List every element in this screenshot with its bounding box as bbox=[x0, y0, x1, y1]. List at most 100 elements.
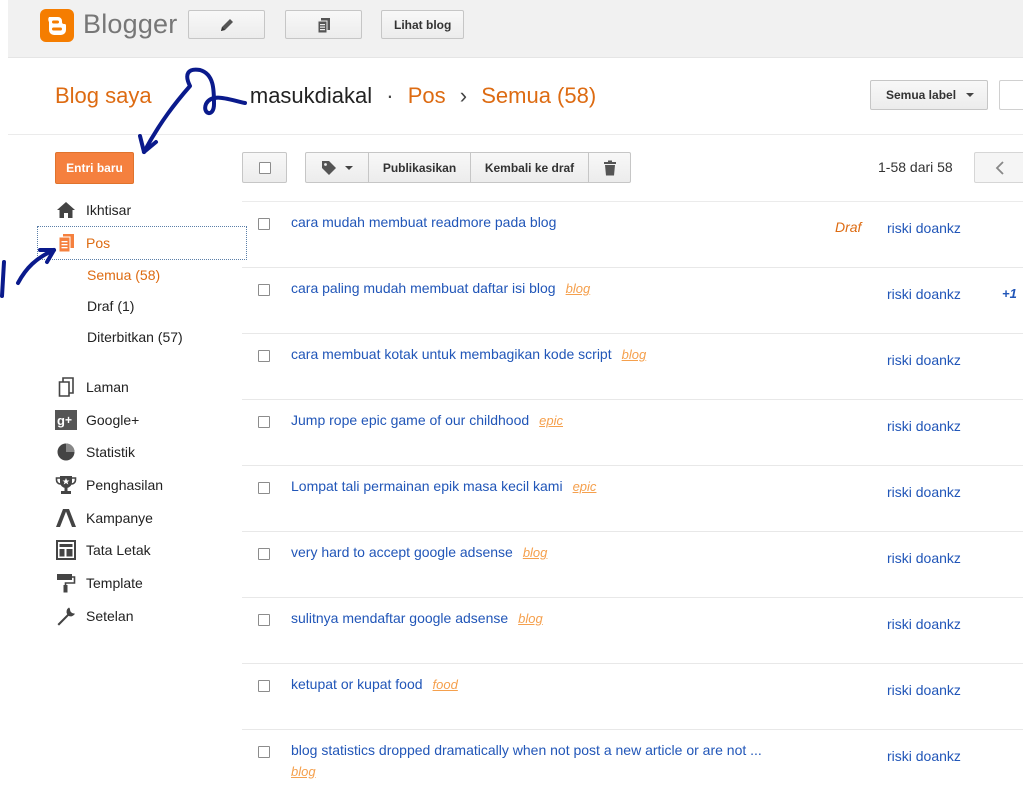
post-title-link[interactable]: sulitnya mendaftar google adsense blog bbox=[291, 610, 543, 626]
annotation-stroke-left bbox=[0, 260, 6, 298]
chevron-down-icon bbox=[345, 165, 353, 170]
post-title-link[interactable]: cara paling mudah membuat daftar isi blo… bbox=[291, 280, 590, 296]
post-list: cara mudah membuat readmore pada blog Dr… bbox=[242, 202, 1023, 796]
post-title-text[interactable]: cara paling mudah membuat daftar isi blo… bbox=[291, 280, 556, 296]
trash-icon bbox=[603, 160, 616, 175]
row-checkbox[interactable] bbox=[258, 548, 270, 560]
blogger-brand[interactable]: Blogger bbox=[83, 9, 177, 40]
wrench-icon bbox=[55, 605, 77, 627]
table-row[interactable]: cara mudah membuat readmore pada blog Dr… bbox=[242, 202, 1023, 268]
posts-filter-all[interactable]: Semua (58) bbox=[87, 267, 160, 283]
sidebar-item-pages[interactable]: Laman bbox=[55, 375, 129, 399]
chevron-left-icon bbox=[995, 160, 1004, 175]
post-author[interactable]: riski doankz bbox=[887, 484, 961, 500]
table-row[interactable]: ketupat or kupat food food riski doankz bbox=[242, 664, 1023, 730]
post-title-text[interactable]: cara membuat kotak untuk membagikan kode… bbox=[291, 346, 612, 362]
label-filter-dropdown[interactable]: Semua label bbox=[870, 80, 988, 110]
post-label-link[interactable]: blog bbox=[518, 611, 543, 626]
new-post-button[interactable]: Entri baru bbox=[55, 152, 134, 184]
sidebar-item-template[interactable]: Template bbox=[55, 571, 143, 595]
post-title-text[interactable]: Lompat tali permainan epik masa kecil ka… bbox=[291, 478, 563, 494]
sidebar-item-label: Kampanye bbox=[86, 510, 153, 526]
table-row[interactable]: cara membuat kotak untuk membagikan kode… bbox=[242, 334, 1023, 400]
post-title-link[interactable]: cara mudah membuat readmore pada blog bbox=[291, 214, 556, 230]
post-actions-toolbar: Publikasikan Kembali ke draf bbox=[305, 152, 631, 183]
post-title-link[interactable]: Jump rope epic game of our childhood epic bbox=[291, 412, 563, 428]
table-row[interactable]: Lompat tali permainan epik masa kecil ka… bbox=[242, 466, 1023, 532]
post-author[interactable]: riski doankz bbox=[887, 220, 961, 236]
post-label-link[interactable]: blog bbox=[622, 347, 647, 362]
svg-text:g: g bbox=[57, 413, 65, 428]
post-title-link[interactable]: Lompat tali permainan epik masa kecil ka… bbox=[291, 478, 596, 494]
publish-button[interactable]: Publikasikan bbox=[369, 153, 471, 182]
pie-chart-icon bbox=[55, 441, 77, 463]
row-checkbox[interactable] bbox=[258, 218, 270, 230]
posts-filter-draft[interactable]: Draf (1) bbox=[87, 298, 134, 314]
table-row[interactable]: cara paling mudah membuat daftar isi blo… bbox=[242, 268, 1023, 334]
row-checkbox[interactable] bbox=[258, 746, 270, 758]
table-row[interactable]: very hard to accept google adsense blog r… bbox=[242, 532, 1023, 598]
pagination-text: 1-58 dari 58 bbox=[878, 159, 953, 175]
blogger-logo-icon[interactable] bbox=[40, 9, 74, 42]
post-label-link[interactable]: epic bbox=[539, 413, 563, 428]
post-label-link[interactable]: blog bbox=[566, 281, 591, 296]
sidebar-item-stats[interactable]: Statistik bbox=[55, 440, 135, 464]
my-blogs-link[interactable]: Blog saya bbox=[55, 83, 152, 108]
row-checkbox[interactable] bbox=[258, 416, 270, 428]
top-bar: Blogger Lihat blog bbox=[8, 0, 1023, 58]
table-row[interactable]: Jump rope epic game of our childhood epic… bbox=[242, 400, 1023, 466]
post-label-link[interactable]: epic bbox=[573, 479, 597, 494]
copy-pages-icon bbox=[317, 17, 330, 33]
sidebar-item-campaigns[interactable]: Kampanye bbox=[55, 506, 153, 530]
post-author[interactable]: riski doankz bbox=[887, 286, 961, 302]
post-label-link[interactable]: blog bbox=[523, 545, 548, 560]
post-status: Draf bbox=[835, 219, 862, 235]
posts-crumb[interactable]: Pos bbox=[408, 83, 446, 108]
post-label-link[interactable]: food bbox=[433, 677, 458, 692]
sidebar-item-settings[interactable]: Setelan bbox=[55, 604, 133, 628]
post-title-text[interactable]: very hard to accept google adsense bbox=[291, 544, 513, 560]
pages-button[interactable] bbox=[285, 10, 362, 39]
post-title-link[interactable]: very hard to accept google adsense blog bbox=[291, 544, 547, 560]
table-row[interactable]: sulitnya mendaftar google adsense blog ri… bbox=[242, 598, 1023, 664]
post-author[interactable]: riski doankz bbox=[887, 748, 961, 764]
row-checkbox[interactable] bbox=[258, 284, 270, 296]
post-label-link[interactable]: blog bbox=[291, 764, 316, 779]
table-row[interactable]: blog statistics dropped dramatically whe… bbox=[242, 730, 1023, 796]
search-box-partial[interactable] bbox=[999, 80, 1023, 110]
label-menu-button[interactable] bbox=[306, 153, 369, 182]
post-title-text[interactable]: Jump rope epic game of our childhood bbox=[291, 412, 529, 428]
blog-name[interactable]: masukdiakal bbox=[250, 83, 372, 108]
row-checkbox[interactable] bbox=[258, 680, 270, 692]
filter-crumb: Semua (58) bbox=[481, 83, 597, 108]
post-author[interactable]: riski doankz bbox=[887, 616, 961, 632]
delete-button[interactable] bbox=[589, 153, 630, 182]
row-checkbox[interactable] bbox=[258, 482, 270, 494]
revert-to-draft-button[interactable]: Kembali ke draf bbox=[471, 153, 589, 182]
sidebar-item-earnings[interactable]: Penghasilan bbox=[55, 473, 163, 497]
sidebar-item-google-plus[interactable]: g + Google+ bbox=[55, 408, 139, 432]
previous-page-button[interactable] bbox=[974, 152, 1023, 183]
row-checkbox[interactable] bbox=[258, 614, 270, 626]
posts-icon bbox=[55, 232, 77, 254]
sidebar-item-layout[interactable]: Tata Letak bbox=[55, 538, 151, 562]
post-title-link[interactable]: blog statistics dropped dramatically whe… bbox=[291, 742, 762, 758]
sidebar-item-label: Tata Letak bbox=[86, 542, 151, 558]
annotation-arrow-new-post bbox=[142, 67, 247, 154]
sidebar-item-posts[interactable]: Pos bbox=[55, 231, 110, 255]
sidebar-item-label: Laman bbox=[86, 379, 129, 395]
posts-filter-published[interactable]: Diterbitkan (57) bbox=[87, 329, 183, 345]
view-blog-button[interactable]: Lihat blog bbox=[381, 10, 465, 39]
row-checkbox[interactable] bbox=[258, 350, 270, 362]
post-title-link[interactable]: ketupat or kupat food food bbox=[291, 676, 458, 692]
post-title-text[interactable]: sulitnya mendaftar google adsense bbox=[291, 610, 508, 626]
post-author[interactable]: riski doankz bbox=[887, 352, 961, 368]
sidebar-item-overview[interactable]: Ikhtisar bbox=[55, 198, 131, 222]
post-author[interactable]: riski doankz bbox=[887, 418, 961, 434]
post-title-text[interactable]: ketupat or kupat food bbox=[291, 676, 423, 692]
post-author[interactable]: riski doankz bbox=[887, 550, 961, 566]
compose-button[interactable] bbox=[188, 10, 265, 39]
select-all-checkbox[interactable] bbox=[242, 152, 287, 183]
post-title-link[interactable]: cara membuat kotak untuk membagikan kode… bbox=[291, 346, 646, 362]
post-author[interactable]: riski doankz bbox=[887, 682, 961, 698]
